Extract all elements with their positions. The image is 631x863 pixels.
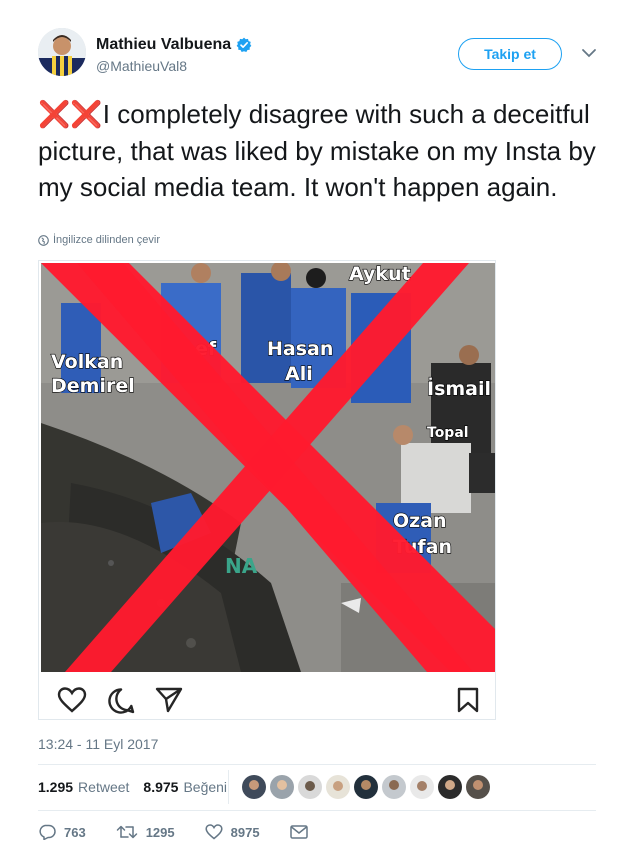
label-ismail: İsmail: [427, 376, 491, 400]
divider: [38, 810, 596, 811]
author-handle[interactable]: @MathieuVal8: [96, 58, 187, 74]
envelope-icon: [289, 825, 308, 839]
like-stat-count: 8.975: [143, 779, 179, 795]
tweet-stats: 1.295 Retweet 8.975 Beğeni: [38, 779, 227, 795]
direct-message-button[interactable]: [289, 825, 308, 839]
retweet-stat-label: Retweet: [78, 779, 130, 795]
retweet-icon: [116, 825, 137, 839]
comment-icon[interactable]: [107, 687, 135, 715]
like-stat[interactable]: 8.975 Beğeni: [143, 779, 227, 795]
like-stat-label: Beğeni: [183, 779, 228, 795]
divider: [38, 764, 596, 765]
label-demirel: Demirel: [51, 375, 135, 397]
retweet-stat[interactable]: 1.295 Retweet: [38, 779, 129, 795]
tweet-actions: 763 1295 8975: [38, 824, 338, 840]
retweet-button[interactable]: 1295: [116, 824, 175, 840]
liker-avatar[interactable]: [242, 775, 266, 799]
liker-avatar[interactable]: [410, 775, 434, 799]
like-button[interactable]: 8975: [205, 824, 260, 840]
translate-label[interactable]: İngilizce dilinden çevir: [53, 234, 160, 246]
reply-count: 763: [64, 824, 86, 840]
instagram-photo[interactable]: Volkan Demirel ef Hasan Ali Aykut İsmail…: [41, 263, 495, 672]
liker-avatar[interactable]: [326, 775, 350, 799]
label-hasan: Hasan: [267, 338, 333, 360]
author-name[interactable]: Mathieu Valbuena: [96, 36, 252, 54]
tweet-body: I completely disagree with such a deceit…: [38, 99, 596, 202]
author-avatar[interactable]: [38, 28, 86, 76]
like-count: 8975: [230, 824, 260, 840]
author-name-text[interactable]: Mathieu Valbuena: [96, 36, 231, 54]
share-icon[interactable]: [155, 687, 183, 713]
liker-avatar[interactable]: [438, 775, 462, 799]
reply-button[interactable]: 763: [38, 824, 86, 840]
tweet-text: ❌❌I completely disagree with such a dece…: [38, 96, 610, 205]
instagram-action-bar: [39, 675, 495, 719]
verified-icon: [236, 37, 252, 52]
liker-avatar[interactable]: [354, 775, 378, 799]
bookmark-icon[interactable]: [457, 687, 479, 713]
liker-avatar[interactable]: [466, 775, 490, 799]
label-topal: Topal: [427, 425, 469, 441]
chevron-down-icon[interactable]: [580, 46, 598, 60]
like-icon: [205, 824, 223, 840]
liker-avatar[interactable]: [298, 775, 322, 799]
label-volkan: Volkan: [51, 351, 123, 373]
retweet-count: 1295: [145, 824, 175, 840]
retweet-stat-count: 1.295: [38, 779, 74, 795]
label-aykut: Aykut: [349, 263, 411, 285]
tweet-media[interactable]: Volkan Demirel ef Hasan Ali Aykut İsmail…: [38, 260, 496, 720]
liker-avatar[interactable]: [382, 775, 406, 799]
heart-icon[interactable]: [57, 687, 87, 713]
label-ozan: Ozan: [393, 510, 447, 532]
photo-scene: Volkan Demirel ef Hasan Ali Aykut İsmail…: [41, 263, 495, 672]
stats-separator: [228, 770, 229, 804]
liker-avatars: [242, 775, 490, 799]
cross-emoji: ❌❌: [38, 100, 103, 130]
follow-button[interactable]: Takip et: [458, 38, 562, 70]
label-na: NA: [225, 554, 258, 578]
liker-avatar[interactable]: [270, 775, 294, 799]
tweet-timestamp[interactable]: 13:24 - 11 Eyl 2017: [38, 736, 158, 752]
globe-icon: [38, 234, 49, 246]
translate-link[interactable]: İngilizce dilinden çevir: [38, 234, 160, 246]
label-ali: Ali: [285, 363, 313, 385]
reply-icon: [39, 824, 56, 840]
